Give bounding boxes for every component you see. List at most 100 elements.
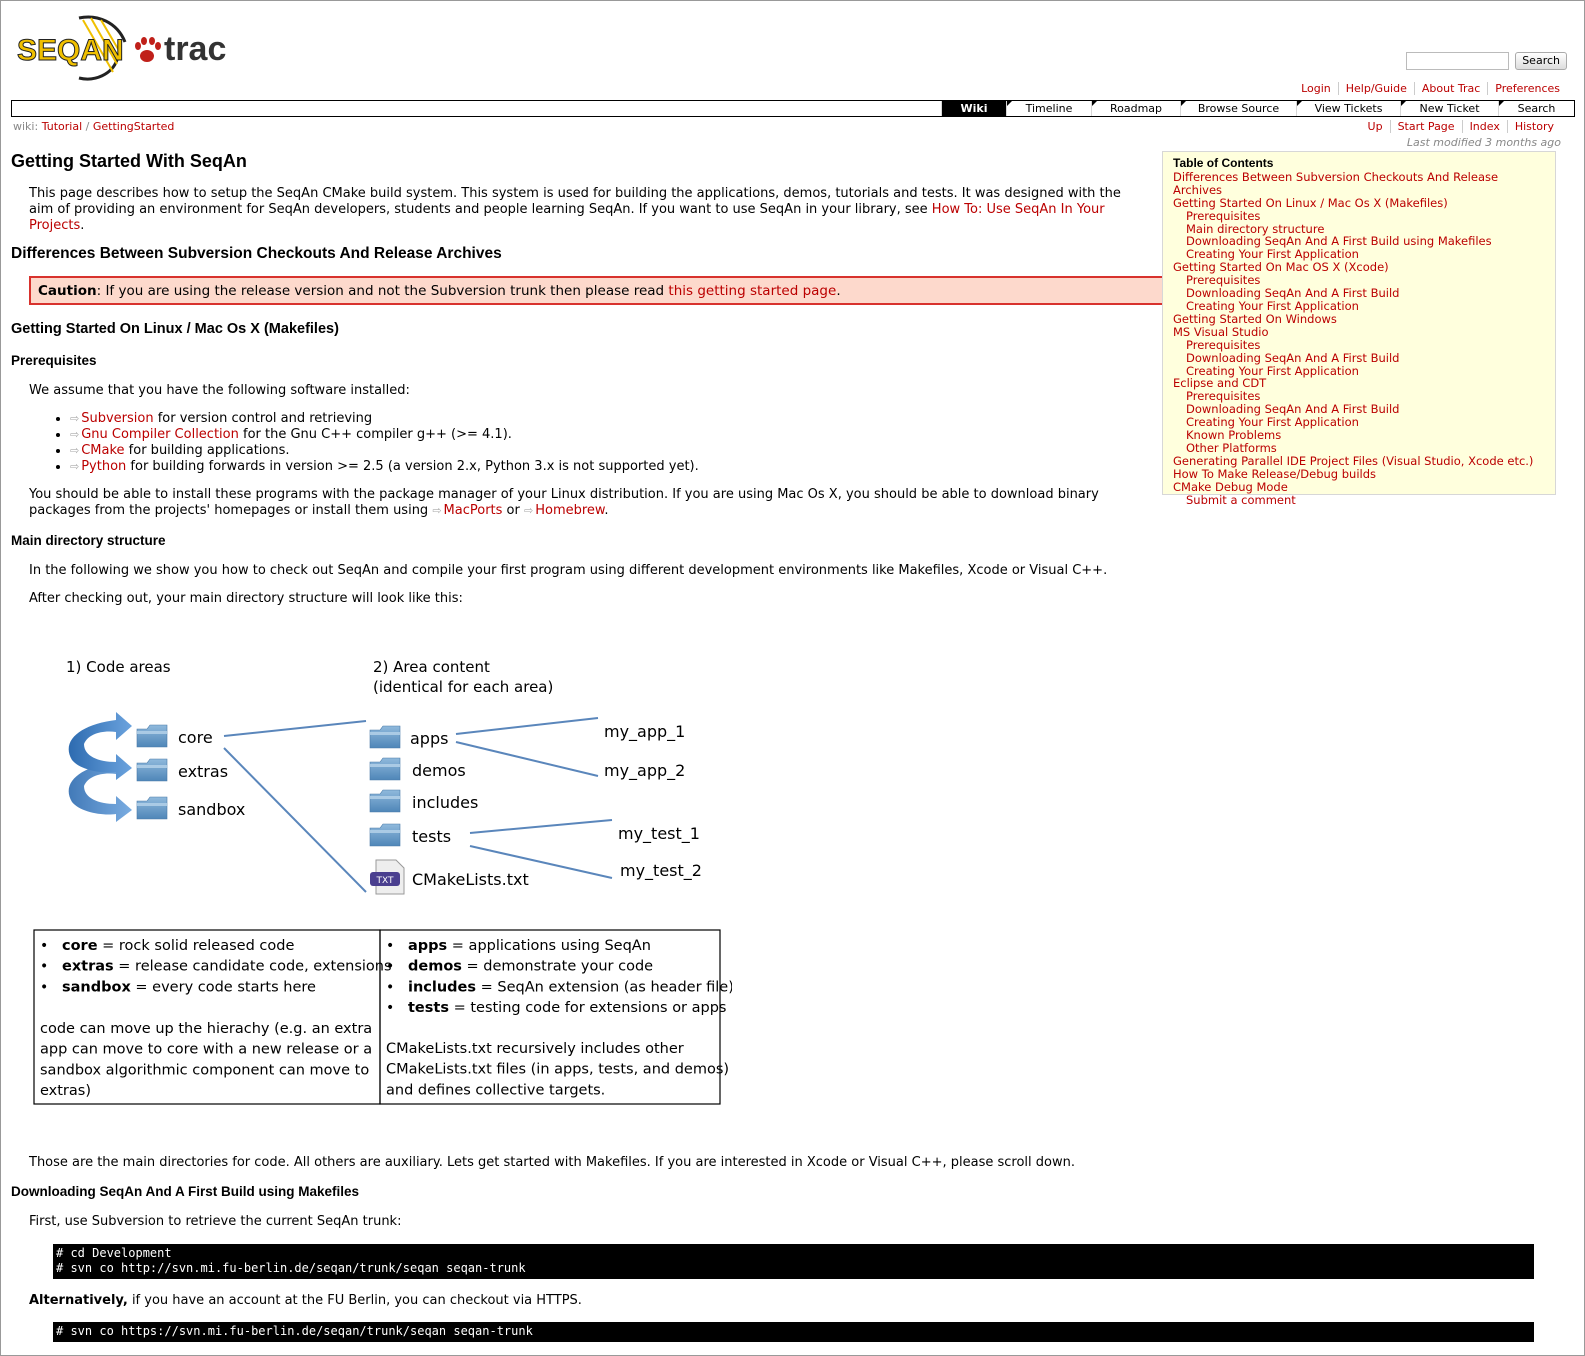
software-link[interactable]: CMake xyxy=(81,443,124,458)
box-bullet-term: apps xyxy=(408,938,447,954)
toc-title: Table of Contents xyxy=(1173,156,1274,170)
box-bullet-desc: = SeqAn extension (as header file) xyxy=(476,979,732,995)
software-link[interactable]: Subversion xyxy=(81,411,153,426)
toc-link[interactable]: Prerequisites xyxy=(1186,209,1260,223)
search-button[interactable]: Search xyxy=(1515,52,1567,70)
tab-timeline[interactable]: Timeline xyxy=(1006,101,1091,116)
toc-link[interactable]: Prerequisites xyxy=(1186,389,1260,403)
metanav-link-preferences[interactable]: Preferences xyxy=(1495,82,1560,95)
tab-new-ticket[interactable]: New Ticket xyxy=(1400,101,1498,116)
getting-started-link[interactable]: this getting started page xyxy=(668,283,836,299)
toc-link[interactable]: Getting Started On Mac OS X (Xcode) xyxy=(1173,260,1389,274)
external-link-icon: ⇨ xyxy=(70,460,80,473)
ctxtnav-link-history[interactable]: History xyxy=(1515,120,1554,133)
toc-link[interactable]: Known Problems xyxy=(1186,428,1281,442)
box-bullet-term: sandbox xyxy=(62,979,131,995)
search-input[interactable] xyxy=(1406,52,1510,70)
toc-link[interactable]: CMake Debug Mode xyxy=(1173,480,1288,494)
toc-link[interactable]: Creating Your First Application xyxy=(1186,299,1359,313)
toc-link[interactable]: Generating Parallel IDE Project Files (V… xyxy=(1173,454,1533,468)
box-bullet-term: core xyxy=(62,938,98,954)
box-bullet-desc: = release candidate code, extensions xyxy=(114,959,392,975)
software-list-item: ⇨Python for building forwards in version… xyxy=(70,459,699,475)
after-diagram-paragraph: Those are the main directories for code.… xyxy=(29,1155,1075,1170)
seqan-trac-logo[interactable]: SEQAN trac xyxy=(17,12,232,84)
intro-paragraph: This page describes how to setup the Seq… xyxy=(29,186,1121,233)
box-bullet: demos = demonstrate your code xyxy=(408,959,653,975)
txt-file-icon: TXT xyxy=(370,859,405,895)
heading-download: Downloading SeqAn And A First Build usin… xyxy=(11,1184,360,1199)
external-link-icon: ⇨ xyxy=(70,428,80,441)
box-bullet-desc: = every code starts here xyxy=(131,979,316,995)
toc-item: Submit a comment xyxy=(1173,493,1545,507)
leaf-label-my-app-1: my_app_1 xyxy=(604,722,685,742)
box-note-line: and defines collective targets. xyxy=(386,1082,605,1098)
ctxtnav-link-index[interactable]: Index xyxy=(1470,120,1500,133)
toc-link[interactable]: Other Platforms xyxy=(1186,441,1277,455)
metanav-link-about-trac[interactable]: About Trac xyxy=(1422,82,1480,95)
metanav-item: About Trac xyxy=(1413,82,1487,95)
toc-link[interactable]: Getting Started On Windows xyxy=(1173,312,1337,326)
ctxtnav-link-up[interactable]: Up xyxy=(1368,120,1383,133)
content-label-apps: apps xyxy=(410,729,448,748)
metanav-link-help-guide[interactable]: Help/Guide xyxy=(1346,82,1407,95)
folder-icon xyxy=(369,725,401,749)
external-link-icon: ⇨ xyxy=(70,444,80,457)
folder-icon xyxy=(136,796,168,820)
toc-link[interactable]: Submit a comment xyxy=(1186,493,1296,507)
metanav-link-login[interactable]: Login xyxy=(1301,82,1331,95)
ctxtnav-link-start-page[interactable]: Start Page xyxy=(1398,120,1455,133)
box-bullet-term: includes xyxy=(408,979,476,995)
toc-link[interactable]: Downloading SeqAn And A First Build usin… xyxy=(1186,234,1492,248)
content-label-tests: tests xyxy=(412,827,451,846)
bullet-dot: • xyxy=(386,1000,394,1016)
page-title: Getting Started With SeqAn xyxy=(11,151,247,171)
breadcrumb-gettingstarted[interactable]: GettingStarted xyxy=(93,120,175,133)
software-list-item: ⇨CMake for building applications. xyxy=(70,443,699,459)
box-bullet-desc: = demonstrate your code xyxy=(462,959,653,975)
software-link[interactable]: Python xyxy=(81,459,126,474)
tab-roadmap[interactable]: Roadmap xyxy=(1091,101,1180,116)
folder-icon xyxy=(369,757,401,781)
box-bullet-term: demos xyxy=(408,959,462,975)
toc-link[interactable]: Getting Started On Linux / Mac Os X (Mak… xyxy=(1173,196,1448,210)
leaf-label-my-app-2: my_app_2 xyxy=(604,761,685,781)
paw-icon xyxy=(135,37,161,62)
folder-icon xyxy=(369,823,401,847)
tab-search[interactable]: Search xyxy=(1498,101,1574,116)
toc-link[interactable]: Creating Your First Application xyxy=(1186,364,1359,378)
homebrew-link[interactable]: Homebrew xyxy=(535,503,604,518)
toc-link[interactable]: Downloading SeqAn And A First Build xyxy=(1186,351,1399,365)
toc-link[interactable]: Eclipse and CDT xyxy=(1173,376,1266,390)
txt-badge: TXT xyxy=(375,876,394,886)
tab-wiki[interactable]: Wiki xyxy=(941,101,1006,116)
code-line: # svn co https://svn.mi.fu-berlin.de/seq… xyxy=(56,1324,533,1338)
heading-differences: Differences Between Subversion Checkouts… xyxy=(11,245,502,262)
toc-link[interactable]: Main directory structure xyxy=(1186,222,1324,236)
ctxtnav-item: Start Page xyxy=(1389,120,1462,133)
toc-link[interactable]: Downloading SeqAn And A First Build xyxy=(1186,402,1399,416)
maindir-paragraph-2: After checking out, your main directory … xyxy=(29,591,463,606)
toc-link[interactable]: Downloading SeqAn And A First Build xyxy=(1186,286,1399,300)
ctxtnav-item: Up xyxy=(1361,120,1390,133)
tab-browse-source[interactable]: Browse Source xyxy=(1180,101,1296,116)
software-link[interactable]: Gnu Compiler Collection xyxy=(81,427,239,442)
toc-link[interactable]: Creating Your First Application xyxy=(1186,415,1359,429)
box-bullet-desc: = testing code for extensions or apps xyxy=(449,1000,727,1016)
toc-link[interactable]: How To Make Release/Debug builds xyxy=(1173,467,1376,481)
toc-link[interactable]: MS Visual Studio xyxy=(1173,325,1269,339)
leaf-label-my-test-1: my_test_1 xyxy=(618,824,700,844)
toc-link[interactable]: Prerequisites xyxy=(1186,338,1260,352)
software-list-item: ⇨Gnu Compiler Collection for the Gnu C++… xyxy=(70,427,699,443)
toc-item: Differences Between Subversion Checkouts… xyxy=(1173,170,1545,197)
toc-link[interactable]: Prerequisites xyxy=(1186,273,1260,287)
toc-link[interactable]: Differences Between Subversion Checkouts… xyxy=(1173,170,1498,197)
macports-link[interactable]: MacPorts xyxy=(444,503,503,518)
tab-view-tickets[interactable]: View Tickets xyxy=(1296,101,1400,116)
diagram-heading-identical: (identical for each area) xyxy=(373,678,553,696)
main-nav: Wiki Timeline Roadmap Browse Source View Tic… xyxy=(11,100,1575,117)
area-label-sandbox: sandbox xyxy=(178,800,245,819)
bullet-dot: • xyxy=(40,938,48,954)
breadcrumb-tutorial[interactable]: Tutorial xyxy=(42,120,82,133)
toc-link[interactable]: Creating Your First Application xyxy=(1186,247,1359,261)
